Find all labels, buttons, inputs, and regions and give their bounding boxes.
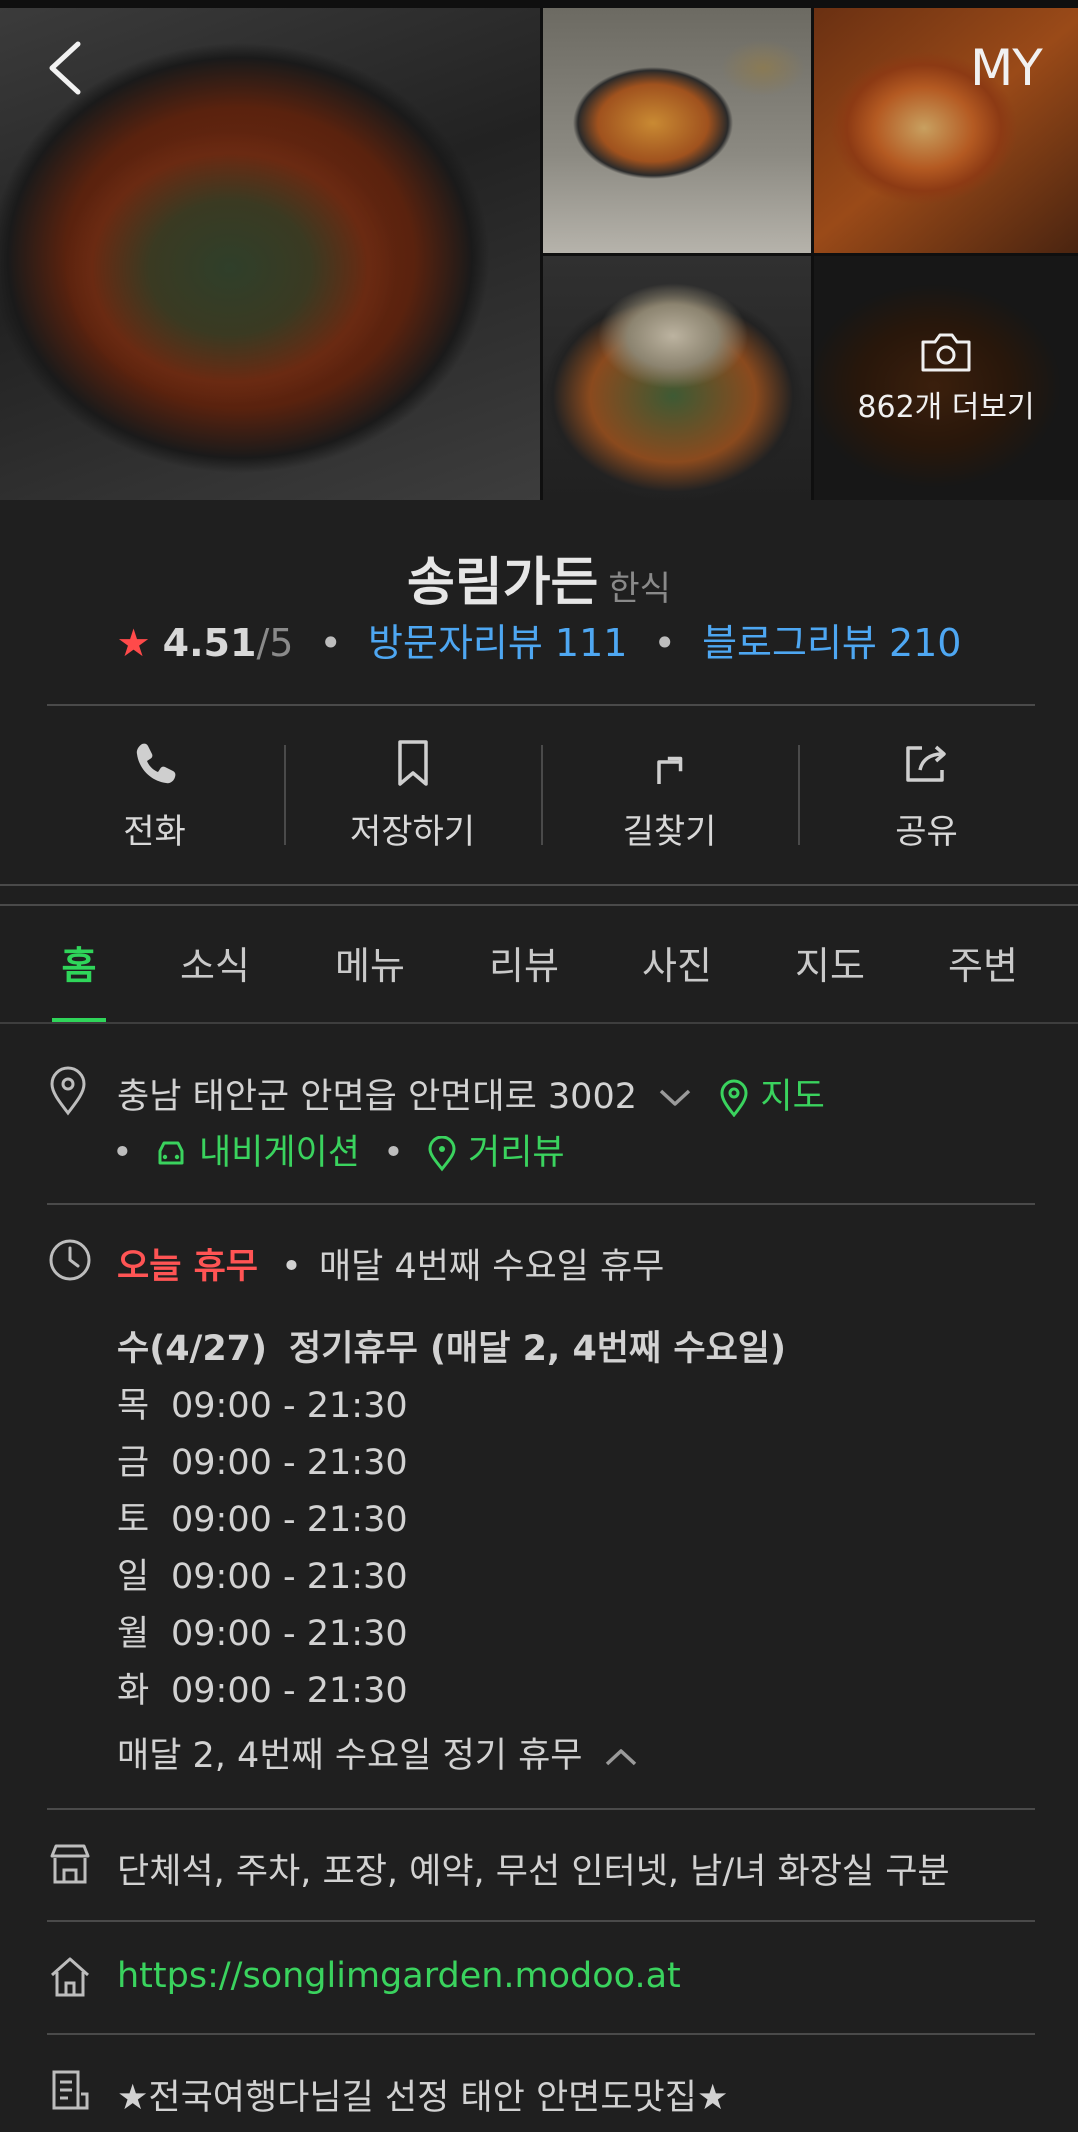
tab-news[interactable]: 소식 [170, 935, 260, 990]
store-icon [50, 1844, 90, 1884]
hours-row-today: 수(4/27) 정기휴무 (매달 2, 4번째 수요일) [117, 1320, 786, 1371]
map-link-label: 지도 [760, 1077, 825, 1117]
directions-label: 길찾기 [622, 812, 717, 852]
amenities-text: 단체석, 주차, 포장, 예약, 무선 인터넷, 남/녀 화장실 구분 [117, 1852, 950, 1892]
separator-dot: • [653, 621, 676, 665]
my-button[interactable]: MY [964, 38, 1048, 98]
share-icon [905, 745, 946, 782]
streetview-link[interactable]: 거리뷰 [427, 1133, 565, 1173]
camera-icon [921, 333, 971, 372]
divider [0, 1022, 1078, 1024]
save-button[interactable]: 저장하기 [284, 738, 541, 852]
divider [0, 884, 1078, 886]
description-text: ★전국여행다님길 선정 태안 안면도맛집★ [117, 2078, 729, 2118]
directions-icon [656, 756, 682, 784]
chevron-left-icon [49, 41, 81, 95]
hours-row: 화 09:00 - 21:30 [117, 1662, 408, 1713]
hours-value: 09:00 - 21:30 [171, 1443, 408, 1483]
hours-row: 금 09:00 - 21:30 [117, 1434, 408, 1485]
back-button[interactable] [40, 38, 90, 98]
map-pin-icon [720, 1079, 748, 1118]
more-photos-label: 862개 더보기 [857, 390, 1035, 425]
today-closed-note: 매달 4번째 수요일 휴무 [318, 1247, 665, 1287]
home-icon [51, 1957, 89, 1997]
phone-icon [136, 743, 175, 784]
share-button[interactable]: 공유 [798, 738, 1055, 852]
star-icon: ★ [116, 621, 151, 665]
hours-footer-note: 매달 2, 4번째 수요일 정기 휴무 [117, 1736, 583, 1776]
navigation-link[interactable]: 내비게이션 [154, 1133, 371, 1173]
clock-icon [49, 1239, 91, 1281]
address-links-row: • 내비게이션 • 거리뷰 [112, 1124, 565, 1175]
today-closed-status: 오늘 휴무 [117, 1247, 258, 1287]
divider [47, 2033, 1035, 2035]
location-pin-icon [50, 1066, 86, 1116]
hours-day: 수(4/27) [117, 1329, 268, 1369]
tab-reviews[interactable]: 리뷰 [479, 935, 569, 990]
map-link[interactable]: 지도 [719, 1077, 825, 1118]
save-label: 저장하기 [349, 812, 476, 852]
divider [47, 1920, 1035, 1922]
hours-status-row[interactable]: 오늘 휴무 • 매달 4번째 수요일 휴무 [117, 1238, 664, 1289]
chevron-down-icon[interactable] [658, 1087, 692, 1109]
hours-value: 09:00 - 21:30 [171, 1671, 408, 1711]
separator-dot: • [112, 1133, 133, 1173]
divider [47, 1203, 1035, 1205]
hours-value: 09:00 - 21:30 [171, 1557, 408, 1597]
rating-row: ★ 4.51/5 • 방문자리뷰 111 • 블로그리뷰 210 [0, 612, 1078, 667]
hours-collapse-toggle[interactable]: 매달 2, 4번째 수요일 정기 휴무 [117, 1727, 638, 1778]
hours-row: 일 09:00 - 21:30 [117, 1548, 408, 1599]
hours-value: 09:00 - 21:30 [171, 1614, 408, 1654]
visitor-reviews-link[interactable]: 방문자리뷰 111 [368, 621, 627, 665]
gallery-photo[interactable] [543, 8, 811, 253]
more-photos-button[interactable]: 862개 더보기 [814, 330, 1078, 426]
separator-dot: • [319, 621, 342, 665]
hours-day: 목 [117, 1386, 150, 1426]
place-category: 한식 [608, 569, 671, 609]
bookmark-icon [397, 740, 428, 786]
address-row: 충남 태안군 안면읍 안면대로 3002 지도 [117, 1068, 825, 1119]
navigation-link-label: 내비게이션 [198, 1133, 360, 1173]
hours-row: 목 09:00 - 21:30 [117, 1377, 408, 1428]
place-title-row: 송림가든 한식 [0, 540, 1078, 615]
hours-day: 화 [117, 1671, 150, 1711]
document-icon [52, 2070, 89, 2110]
blog-reviews-link[interactable]: 블로그리뷰 210 [702, 621, 961, 665]
tab-nearby[interactable]: 주변 [938, 935, 1028, 990]
tab-home[interactable]: 홈 [52, 935, 106, 990]
rating-max: /5 [256, 621, 294, 665]
place-name: 송림가든 [407, 553, 599, 613]
divider [47, 704, 1035, 706]
hours-row: 토 09:00 - 21:30 [117, 1491, 408, 1542]
car-icon [158, 1141, 184, 1165]
hours-day: 금 [117, 1443, 150, 1483]
photo-gallery: MY 862개 더보기 [0, 0, 1078, 500]
streetview-pin-icon [428, 1135, 456, 1172]
website-link[interactable]: https://songlimgarden.modoo.at [117, 1956, 681, 1996]
gallery-photo[interactable] [543, 256, 811, 500]
hours-row: 월 09:00 - 21:30 [117, 1605, 408, 1656]
hours-value: 정기휴무 (매달 2, 4번째 수요일) [289, 1329, 786, 1369]
hours-day: 월 [117, 1614, 150, 1654]
rating-score: 4.51 [162, 621, 257, 665]
streetview-link-label: 거리뷰 [468, 1133, 565, 1173]
hours-value: 09:00 - 21:30 [171, 1500, 408, 1540]
tab-menu[interactable]: 메뉴 [325, 935, 415, 990]
call-button[interactable]: 전화 [26, 738, 283, 852]
divider [0, 904, 1078, 906]
share-label: 공유 [895, 812, 958, 852]
tab-photos[interactable]: 사진 [632, 935, 722, 990]
hours-value: 09:00 - 21:30 [171, 1386, 408, 1426]
divider [47, 1808, 1035, 1810]
separator-dot: • [281, 1247, 302, 1287]
address-text: 충남 태안군 안면읍 안면대로 3002 [117, 1077, 637, 1117]
separator-dot: • [383, 1133, 404, 1173]
hours-day: 일 [117, 1557, 150, 1597]
call-label: 전화 [123, 812, 186, 852]
chevron-up-icon [605, 1749, 636, 1766]
hours-day: 토 [117, 1500, 150, 1540]
directions-button[interactable]: 길찾기 [541, 738, 798, 852]
tab-map[interactable]: 지도 [785, 935, 875, 990]
